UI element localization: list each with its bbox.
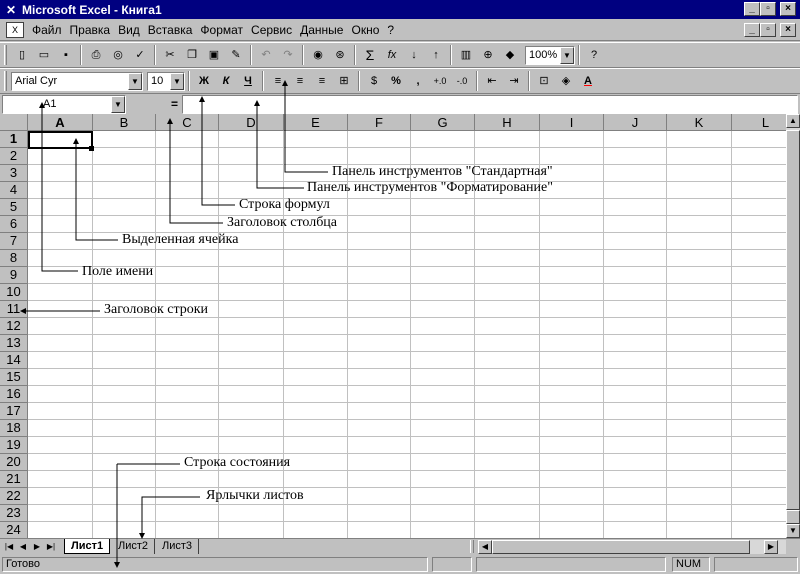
arrow-status-bar xyxy=(116,463,180,566)
label-sheet-tabs: Ярлычки листов xyxy=(206,488,304,503)
arrow-sheet-tabs xyxy=(141,496,200,537)
label-selected-cell: Выделенная ячейка xyxy=(122,232,239,247)
arrow-standard-toolbar xyxy=(284,82,328,173)
arrow-formula-bar xyxy=(201,98,235,206)
arrowhead xyxy=(282,80,288,86)
arrowhead xyxy=(199,96,205,102)
label-status-bar: Строка состояния xyxy=(184,455,291,470)
arrowhead xyxy=(73,138,79,144)
arrowhead xyxy=(114,562,120,568)
arrow-column-header xyxy=(169,120,223,224)
label-name-box: Поле имени xyxy=(82,264,154,279)
arrowhead xyxy=(254,100,260,106)
label-row-header: Заголовок строки xyxy=(104,302,209,317)
arrowhead xyxy=(167,118,173,124)
label-formula-bar: Строка формул xyxy=(239,197,330,212)
arrow-name-box xyxy=(41,104,78,272)
label-standard-toolbar: Панель инструментов "Стандартная" xyxy=(332,164,553,179)
arrow-selected-cell xyxy=(75,140,118,241)
annotation-arrows xyxy=(20,80,328,568)
label-formatting-toolbar: Панель инструментов "Форматирование" xyxy=(307,180,553,195)
arrowhead xyxy=(39,102,45,108)
arrow-formatting-toolbar xyxy=(256,102,304,189)
label-column-header: Заголовок столбца xyxy=(227,215,338,230)
arrowhead xyxy=(20,308,26,314)
arrowhead xyxy=(139,533,145,539)
